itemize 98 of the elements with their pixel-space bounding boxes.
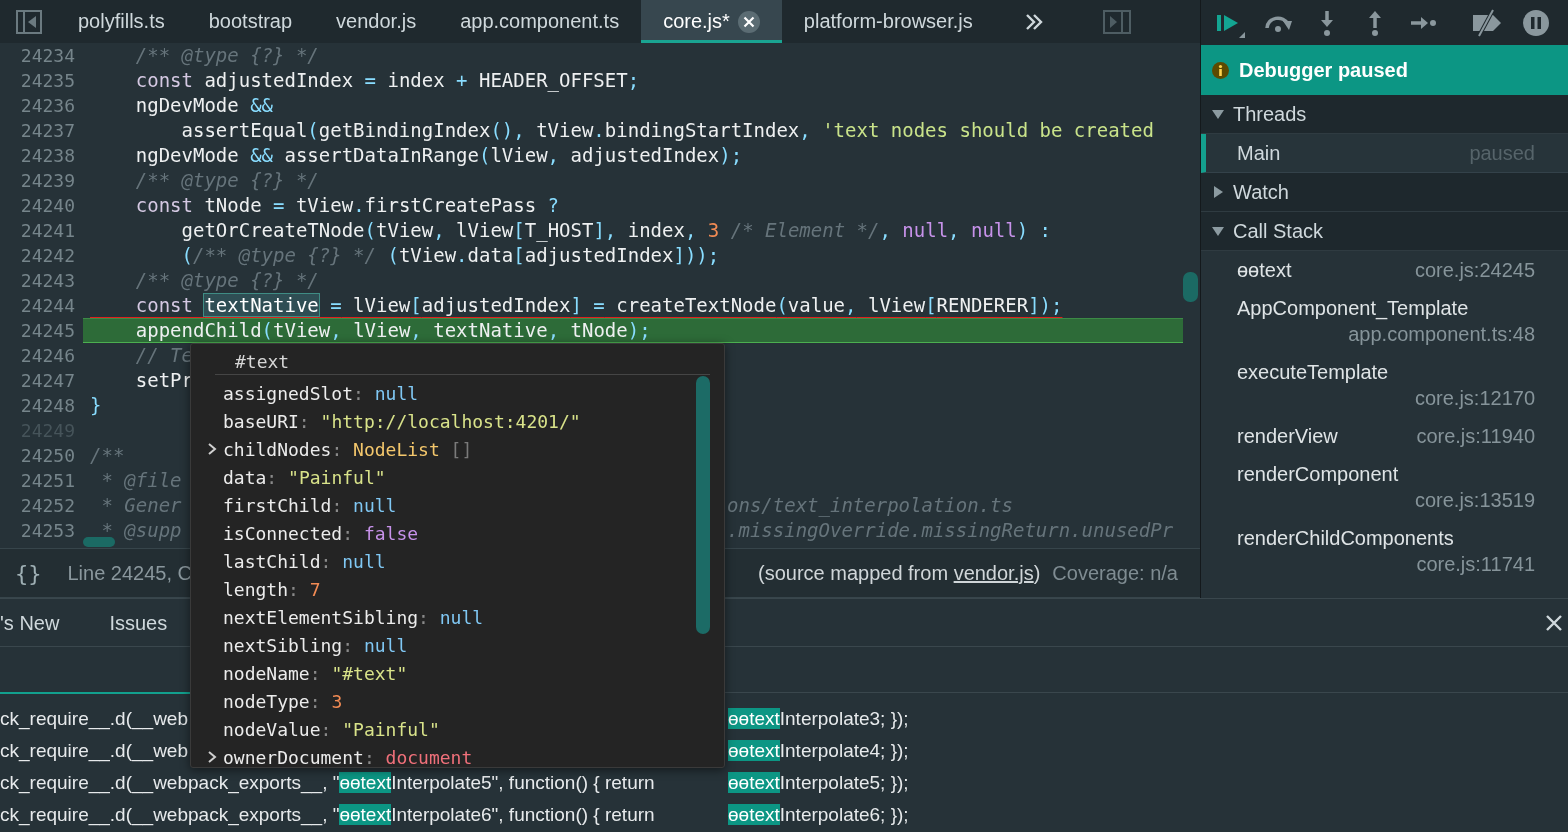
file-tab[interactable]: vendor.js [314, 0, 439, 43]
console-line: ck_require__.d(__webpack_exports__, "ɵɵtextInterpolate5", function() { return [0, 771, 656, 796]
code-line: const tNode = tView.firstCreatePass ? [134, 194, 560, 216]
line-number: 24243 [19, 269, 76, 293]
call-frame[interactable]: renderChildComponents core.js:11741 [1201, 519, 1568, 583]
drawer-tab[interactable]: Issues [109, 599, 168, 647]
section-header[interactable]: Threads [1201, 95, 1568, 134]
section-header[interactable]: Watch [1201, 173, 1568, 212]
close-icon[interactable] [1545, 613, 1563, 632]
console-line: ɵɵtextInterpolate6; }); [728, 803, 909, 827]
code-line: appendChild(tView, lView, textNative, tNode); [134, 319, 651, 341]
toggle-sidebar-icon[interactable] [1102, 9, 1131, 34]
line-number: 24239 [19, 169, 76, 193]
scrollbar-thumb[interactable] [83, 537, 115, 547]
info-icon [1212, 61, 1229, 79]
line-number: 24245 [19, 319, 76, 343]
pause-icon[interactable] [1521, 7, 1551, 38]
console-line: ɵɵtextInterpolate5; }); [728, 771, 909, 795]
line-number: 24250 [19, 444, 76, 468]
property-entry: lastChild: null [223, 550, 386, 572]
close-icon[interactable] [737, 10, 760, 33]
call-frame[interactable]: AppComponent_Template app.component.ts:48 [1201, 289, 1568, 353]
pretty-print-button[interactable]: {} [15, 560, 42, 586]
coverage-label: Coverage: n/a [1052, 561, 1178, 585]
code-line: /** @type {?} */ [134, 269, 319, 291]
source-link[interactable]: vendor.js [953, 561, 1034, 584]
code-line: ons/text_interpolation.ts [727, 493, 1014, 518]
toggle-sidebar-icon[interactable] [16, 9, 42, 34]
property-entry: childNodes: NodeList [] [223, 438, 473, 460]
line-number: 24235 [19, 69, 76, 93]
code-line: } [90, 394, 102, 416]
call-frame[interactable]: executeTemplate core.js:12170 [1201, 353, 1568, 417]
file-tab[interactable]: app.component.ts [438, 0, 642, 43]
property-entry: nodeType: 3 [223, 690, 343, 712]
code-line: ngDevMode && assertDataInRange(lView, adjustedIndex); [134, 144, 743, 166]
file-tab[interactable]: core.js* [641, 0, 782, 43]
deactivate-breakpoints-icon[interactable] [1471, 7, 1503, 38]
scrollbar-thumb[interactable] [1183, 272, 1198, 302]
line-number: 24241 [19, 219, 76, 243]
line-number: 24253 [19, 519, 76, 543]
property-entry: ownerDocument: document [223, 746, 473, 767]
code-line: * @supp [100, 518, 182, 543]
line-number: 24246 [19, 344, 76, 368]
console-line: ck_require__.d(__web [0, 739, 188, 764]
line-number: 24237 [19, 119, 76, 143]
code-line: const textNative = lView[adjustedIndex] = createTextNode(value, lView[RENDERER]); [134, 294, 1063, 316]
file-tab[interactable]: polyfills.ts [56, 0, 187, 43]
more-tabs-icon[interactable] [1024, 12, 1043, 31]
code-line: ngDevMode && [134, 94, 274, 116]
property-entry: isConnected: false [223, 522, 419, 544]
line-number: 24242 [19, 244, 76, 268]
property-entry: nextSibling: null [223, 634, 408, 656]
popover-title: #text [234, 350, 291, 374]
property-entry: firstChild: null [223, 494, 397, 516]
property-entry: nodeValue: "Painful" [223, 718, 440, 740]
code-line: const adjustedIndex = index + HEADER_OFFSET; [134, 69, 640, 91]
property-entry: nextElementSibling: null [223, 606, 484, 628]
code-line: getOrCreateTNode(tView, lView[T_HOST], index, 3 /* Element */, null, null) : [180, 219, 1052, 241]
banner-title: Debugger paused [1239, 58, 1408, 82]
code-line: /** @type {?} */ [134, 44, 319, 66]
code-line: * Gener [100, 493, 182, 518]
console-line: ɵɵtextInterpolate4; }); [728, 739, 909, 763]
line-number: 24251 [19, 469, 76, 493]
scrollbar-thumb[interactable] [696, 376, 710, 634]
code-line: setPr [134, 369, 193, 391]
file-tab[interactable]: bootstrap [186, 0, 315, 43]
property-entry: data: "Painful" [223, 466, 386, 488]
code-line: (/** @type {?} */ (tView.data[adjustedIndex])); [180, 244, 720, 266]
drawer-tab[interactable]: 's New [0, 599, 60, 647]
code-line: /** @type {?} */ [134, 169, 319, 191]
property-entry: nodeName: "#text" [223, 662, 408, 684]
source-map-note: (source mapped from vendor.js) [758, 561, 1041, 585]
property-entry: length: 7 [223, 578, 321, 600]
line-number: 24240 [19, 194, 76, 218]
console-line: ck_require__.d(__webpack_exports__, "ɵɵtextInterpolate6", function() { return [0, 803, 656, 828]
code-line: * @file [100, 469, 182, 491]
console-line: ck_require__.d(__web [0, 707, 188, 732]
call-frame[interactable]: renderView core.js:11940 [1201, 417, 1568, 455]
property-entry: assignedSlot: null [223, 382, 419, 404]
expanded-triangle-icon[interactable] [1212, 225, 1224, 237]
property-entry: baseURI: "http://localhost:4201/" [223, 410, 581, 432]
line-number: 24236 [19, 94, 76, 118]
expanded-triangle-icon[interactable] [1212, 108, 1224, 120]
line-number: 24238 [19, 144, 76, 168]
code-line: .missingOverride.missingReturn.unusedPr [727, 518, 1175, 543]
console-line: ɵɵtextInterpolate3; }); [728, 707, 909, 731]
code-line: assertEqual(getBindingIndex(), tView.bindingStartIndex, 'text nodes should be created [180, 119, 1154, 141]
line-number: 24252 [19, 494, 76, 518]
code-line: /** [90, 444, 125, 466]
file-tab[interactable]: platform-browser.js [781, 0, 995, 43]
section-header[interactable]: Call Stack [1201, 212, 1568, 251]
call-frame[interactable]: renderComponent core.js:13519 [1201, 455, 1568, 519]
collapsed-triangle-icon[interactable] [1212, 186, 1224, 198]
line-number: 24248 [19, 394, 76, 418]
call-frame[interactable]: ɵɵtext core.js:24245 [1201, 251, 1568, 289]
line-number: 24247 [19, 369, 76, 393]
line-number: 24234 [19, 44, 76, 68]
line-number: 24244 [19, 294, 76, 318]
